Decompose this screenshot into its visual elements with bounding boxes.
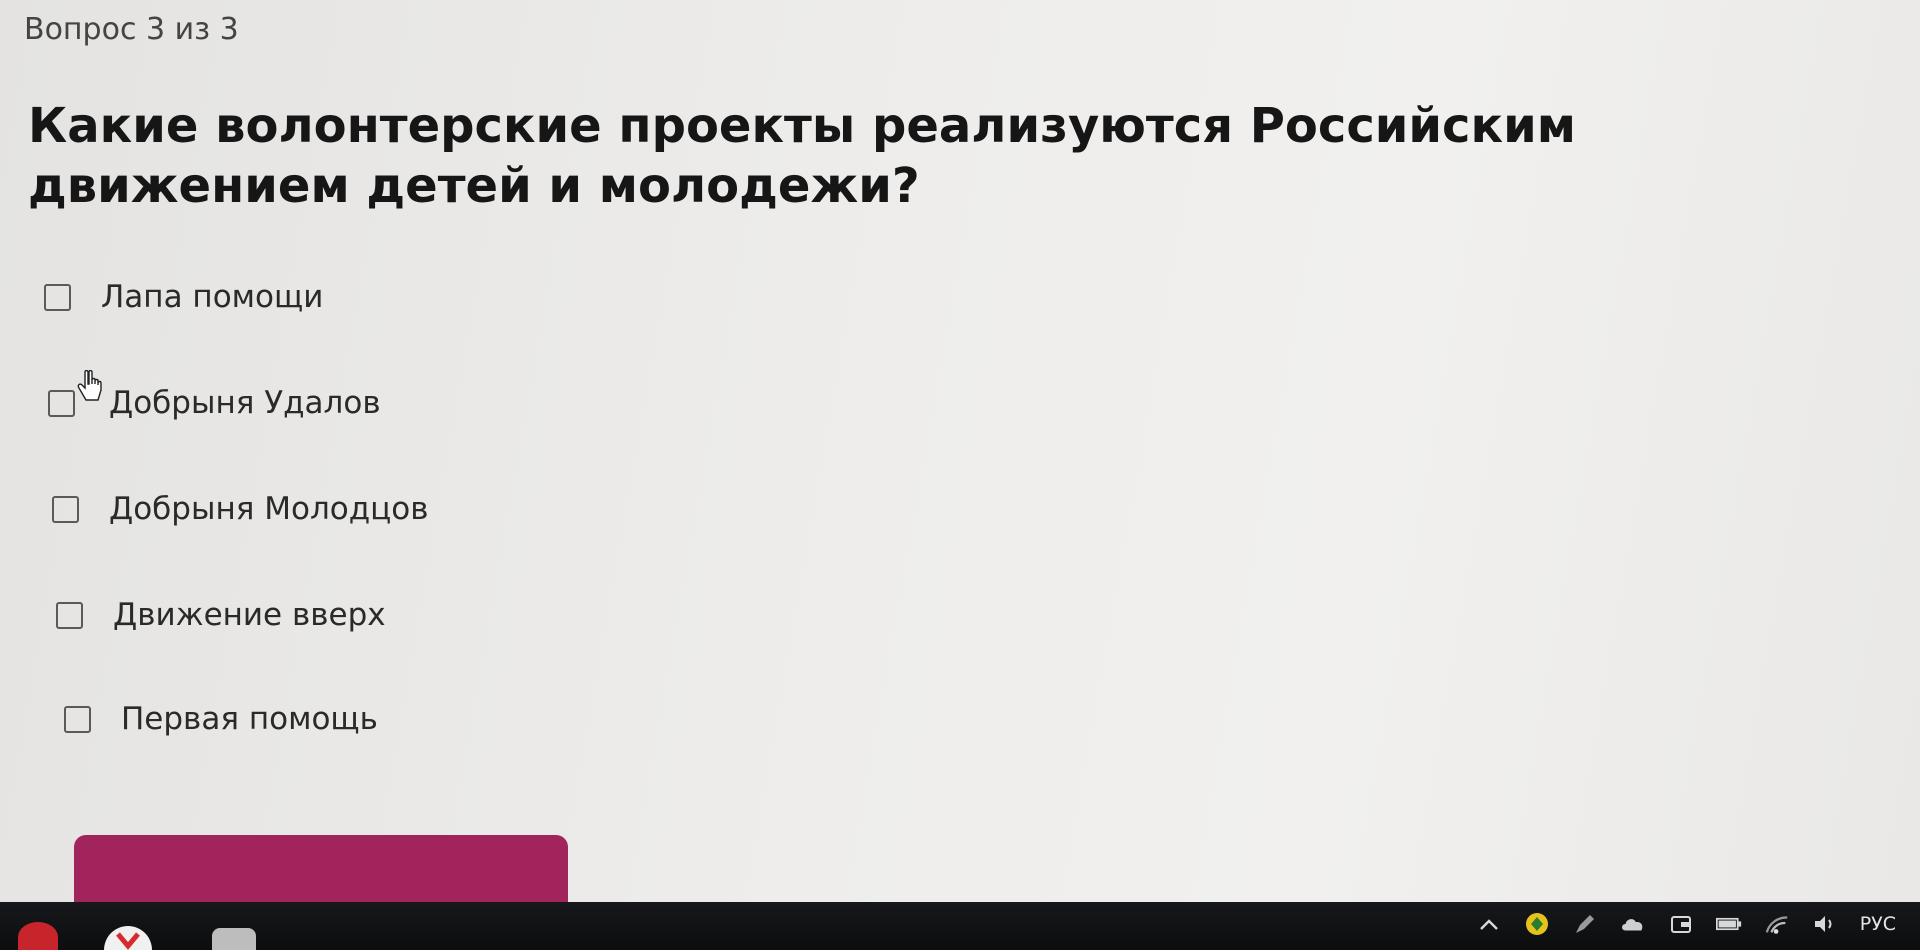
- taskbar: РУС: [0, 902, 1920, 950]
- wallet-icon[interactable]: [1668, 911, 1694, 937]
- option-2[interactable]: Добрыня Удалов: [48, 370, 381, 428]
- chevron-up-icon[interactable]: [1476, 911, 1502, 937]
- option-label: Движение вверх: [113, 597, 386, 633]
- checkbox[interactable]: [48, 389, 75, 417]
- app-icon-gray[interactable]: [212, 928, 256, 950]
- checkbox[interactable]: [52, 495, 79, 523]
- option-label: Лапа помощи: [101, 279, 324, 315]
- checkbox[interactable]: [56, 601, 83, 629]
- yandex-icon: [116, 932, 140, 950]
- option-label: Добрыня Молодцов: [109, 491, 429, 527]
- pen-icon[interactable]: [1572, 911, 1598, 937]
- app-icon-yandex[interactable]: [104, 926, 152, 950]
- checkbox[interactable]: [64, 705, 91, 733]
- question-counter: Вопрос 3 из 3: [24, 12, 239, 47]
- cloud-icon[interactable]: [1620, 911, 1646, 937]
- volume-icon[interactable]: [1812, 911, 1838, 937]
- checkbox[interactable]: [44, 283, 71, 311]
- battery-icon[interactable]: [1715, 911, 1742, 937]
- wifi-icon[interactable]: [1764, 911, 1790, 937]
- language-indicator[interactable]: РУС: [1860, 913, 1896, 935]
- quiz-page: Вопрос 3 из 3 Какие волонтерские проекты…: [0, 0, 1920, 950]
- option-label: Добрыня Удалов: [109, 385, 381, 421]
- system-tray: РУС: [1476, 906, 1896, 942]
- security-icon[interactable]: [1524, 911, 1550, 937]
- option-5[interactable]: Первая помощь: [64, 694, 378, 744]
- option-3[interactable]: Добрыня Молодцов: [52, 484, 429, 534]
- option-label: Первая помощь: [121, 701, 378, 737]
- option-1[interactable]: Лапа помощи: [44, 272, 323, 322]
- app-icon-red[interactable]: [18, 922, 58, 950]
- hand-cursor-icon: [77, 370, 102, 401]
- question-title: Какие волонтерские проекты реализуются Р…: [28, 98, 1576, 214]
- option-4[interactable]: Движение вверх: [56, 590, 386, 640]
